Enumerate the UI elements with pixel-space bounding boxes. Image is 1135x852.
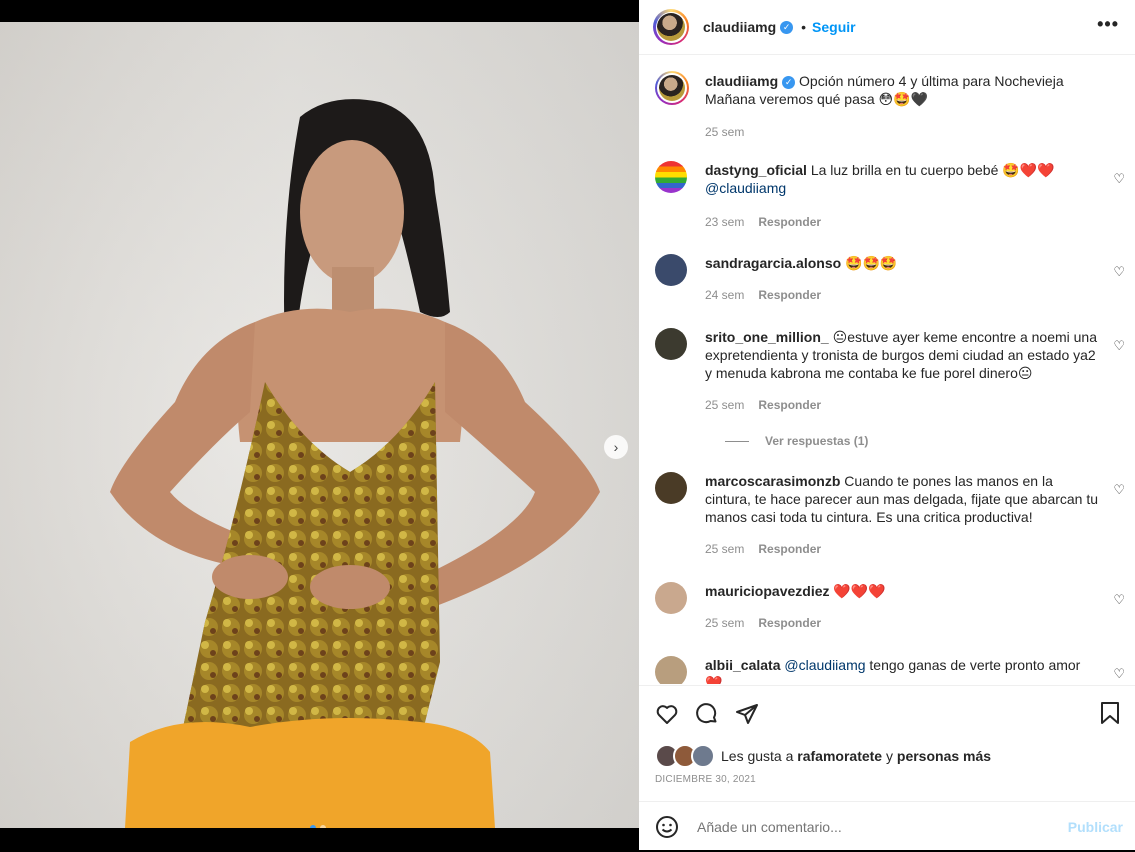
- caption-line2: Mañana veremos qué pasa 😳🤩🖤: [705, 91, 929, 107]
- reply-button[interactable]: Responder: [758, 616, 821, 630]
- action-icons: [655, 702, 759, 726]
- likes-rest[interactable]: personas más: [897, 748, 991, 764]
- view-replies-button[interactable]: Ver respuestas (1): [725, 434, 868, 448]
- follow-button[interactable]: Seguir: [812, 19, 856, 35]
- comment-text: La luz brilla en tu cuerpo bebé 🤩❤️❤️: [810, 162, 1055, 178]
- likes-user[interactable]: rafamoratete: [797, 748, 882, 764]
- liker-avatars[interactable]: [655, 744, 715, 768]
- comment-avatar[interactable]: [655, 472, 687, 504]
- share-icon[interactable]: [735, 702, 759, 726]
- carousel-dot: [320, 825, 326, 828]
- comment-avatar[interactable]: [655, 161, 687, 193]
- comment-extra: ❤️: [705, 675, 723, 684]
- reply-button[interactable]: Responder: [758, 215, 821, 229]
- author-avatar[interactable]: [653, 9, 689, 45]
- comment-time: 24 sem: [705, 288, 745, 302]
- comment-username[interactable]: sandragarcia.alonso: [705, 255, 841, 271]
- carousel-dot-active: [310, 825, 316, 828]
- heart-icon[interactable]: [655, 702, 679, 726]
- likes-summary: Les gusta a rafamoratete y personas más: [655, 744, 991, 768]
- heart-icon[interactable]: ♡: [1113, 171, 1125, 187]
- post-actions: Les gusta a rafamoratete y personas más …: [639, 685, 1135, 851]
- caption-username[interactable]: claudiiamg: [705, 73, 778, 89]
- comment-text: ❤️❤️❤️: [833, 583, 886, 599]
- heart-icon[interactable]: ♡: [1113, 666, 1125, 682]
- heart-icon[interactable]: ♡: [1113, 264, 1125, 280]
- reply-button[interactable]: Responder: [758, 398, 821, 412]
- caption-line1: Opción número 4 y última para Nochevieja: [799, 73, 1064, 89]
- likes-and: y: [886, 748, 893, 764]
- comment-text: tengo ganas de verte pronto amor: [869, 657, 1081, 673]
- comment-icon[interactable]: [695, 702, 719, 726]
- comment-time: 23 sem: [705, 215, 745, 229]
- heart-icon[interactable]: ♡: [1113, 338, 1125, 354]
- post-header: claudiiamg ✓ • Seguir •••: [639, 0, 1135, 55]
- comment-time: 25 sem: [705, 616, 745, 630]
- author-username[interactable]: claudiiamg: [703, 19, 776, 35]
- carousel-dots: [310, 825, 326, 828]
- caption-avatar[interactable]: [655, 71, 689, 105]
- emoji-icon[interactable]: [655, 815, 679, 839]
- comment-username[interactable]: srito_one_million_: [705, 329, 829, 345]
- photo-pane: ›: [0, 0, 639, 850]
- header-separator: •: [801, 19, 807, 35]
- caption-time: 25 sem: [705, 125, 745, 139]
- reply-button[interactable]: Responder: [758, 542, 821, 556]
- comment-mention[interactable]: @claudiiamg: [705, 180, 786, 196]
- photo-illustration: [110, 99, 600, 828]
- comment-avatar[interactable]: [655, 254, 687, 286]
- comments-list[interactable]: claudiiamg ✓ Opción número 4 y última par…: [639, 55, 1135, 684]
- comment-avatar[interactable]: [655, 582, 687, 614]
- comment-username[interactable]: albii_calata: [705, 657, 781, 673]
- comment-mention[interactable]: @claudiiamg: [784, 657, 865, 673]
- heart-icon[interactable]: ♡: [1113, 482, 1125, 498]
- verified-icon: ✓: [782, 75, 796, 89]
- verified-icon: ✓: [780, 20, 794, 34]
- reply-button[interactable]: Responder: [758, 288, 821, 302]
- more-options-icon[interactable]: •••: [1097, 14, 1119, 35]
- post-side-panel: claudiiamg ✓ • Seguir ••• claudiiamg ✓ Op…: [639, 0, 1135, 850]
- comment-avatar[interactable]: [655, 328, 687, 360]
- next-photo-button[interactable]: ›: [604, 435, 628, 459]
- next-arrow-icon: ›: [613, 439, 619, 455]
- comment-username[interactable]: dastyng_oficial: [705, 162, 807, 178]
- comment-username[interactable]: mauriciopavezdiez: [705, 583, 830, 599]
- comment-text: 🤩🤩🤩: [845, 255, 898, 271]
- add-comment-bar: Publicar: [639, 801, 1135, 852]
- publish-button[interactable]: Publicar: [1068, 819, 1123, 835]
- likes-prefix: Les gusta a: [721, 748, 794, 764]
- comment-time: 25 sem: [705, 398, 745, 412]
- post-date: DICIEMBRE 30, 2021: [655, 774, 756, 785]
- post-photo[interactable]: ›: [0, 22, 639, 828]
- bookmark-icon[interactable]: [1099, 701, 1121, 725]
- instagram-post-modal: › claudiiamg ✓ • Seguir ••• claudiiamg ✓…: [0, 0, 1135, 850]
- heart-icon[interactable]: ♡: [1113, 592, 1125, 608]
- comment-avatar[interactable]: [655, 656, 687, 684]
- comment-time: 25 sem: [705, 542, 745, 556]
- comment-input[interactable]: [695, 818, 1039, 836]
- comment-username[interactable]: marcoscarasimonzb: [705, 473, 840, 489]
